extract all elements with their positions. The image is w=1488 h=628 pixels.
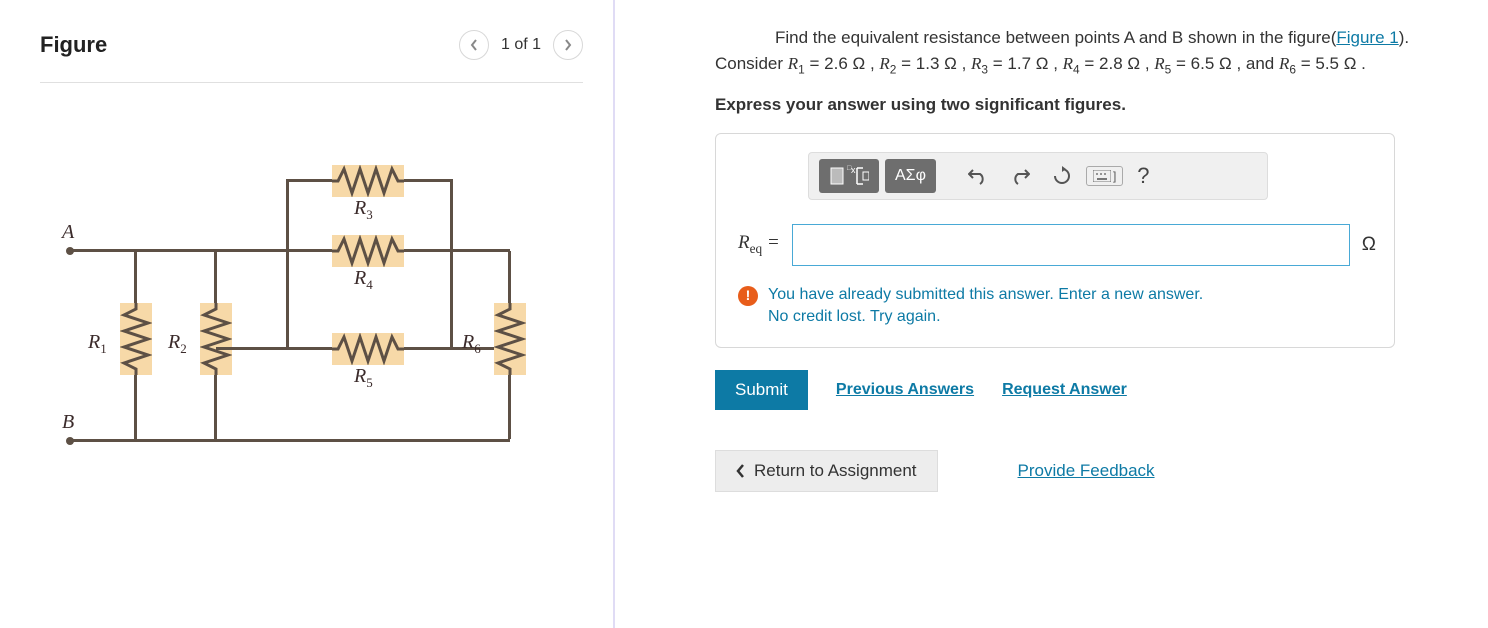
answer-lhs: Req = [738, 232, 780, 257]
undo-button[interactable] [960, 159, 996, 193]
node-b-label: B [62, 411, 74, 434]
r3-label: R3 [354, 197, 373, 223]
undo-icon [968, 167, 988, 185]
submit-button[interactable]: Submit [715, 370, 808, 410]
previous-answers-link[interactable]: Previous Answers [836, 381, 974, 399]
answer-input[interactable] [792, 224, 1350, 266]
actions-row: Submit Previous Answers Request Answer [715, 370, 1448, 410]
return-label: Return to Assignment [754, 461, 917, 481]
r4-label: R4 [354, 267, 373, 293]
problem-statement: Find the equivalent resistance between p… [715, 25, 1448, 79]
node-a-label: A [62, 221, 74, 244]
figure-viewport[interactable]: A B R1 R2 [40, 113, 580, 523]
bottom-row: Return to Assignment Provide Feedback [715, 450, 1448, 492]
figure-panel: Figure 1 of 1 A B [0, 0, 615, 628]
help-button[interactable]: ? [1129, 163, 1157, 189]
reset-button[interactable] [1044, 159, 1080, 193]
alert-icon: ! [738, 286, 758, 306]
answer-unit: Ω [1362, 234, 1376, 256]
request-answer-link[interactable]: Request Answer [1002, 381, 1127, 399]
greek-button[interactable]: ΑΣφ [885, 159, 936, 193]
chevron-left-icon [469, 38, 479, 52]
equation-toolbar: x □ ΑΣφ ] ? [808, 152, 1268, 200]
figure-link[interactable]: Figure 1 [1336, 28, 1398, 47]
provide-feedback-link[interactable]: Provide Feedback [1018, 461, 1155, 481]
r6-label: R6 [462, 331, 481, 357]
figure-prev-button[interactable] [459, 30, 489, 60]
chevron-left-icon [736, 464, 746, 478]
redo-icon [1010, 167, 1030, 185]
keyboard-icon [1093, 170, 1111, 182]
keyboard-button[interactable]: ] [1086, 166, 1123, 186]
figure-next-button[interactable] [553, 30, 583, 60]
template-button[interactable]: x □ [819, 159, 879, 193]
svg-text:x: x [851, 165, 856, 175]
circuit-diagram: A B R1 R2 [50, 143, 530, 463]
feedback-message: ! You have already submitted this answer… [738, 284, 1376, 329]
figure-header: Figure 1 of 1 [40, 30, 583, 82]
redo-button[interactable] [1002, 159, 1038, 193]
answer-instruction: Express your answer using two significan… [715, 95, 1448, 115]
reset-icon [1052, 166, 1072, 186]
feedback-line2: No credit lost. Try again. [768, 306, 1203, 328]
feedback-line1: You have already submitted this answer. … [768, 284, 1203, 306]
answer-box: x □ ΑΣφ ] ? [715, 133, 1395, 348]
r1-label: R1 [88, 331, 107, 357]
fraction-template-icon: x □ [829, 165, 869, 187]
r5-label: R5 [354, 365, 373, 391]
question-panel: Find the equivalent resistance between p… [615, 0, 1488, 628]
chevron-right-icon [563, 38, 573, 52]
figure-title: Figure [40, 32, 107, 58]
return-button[interactable]: Return to Assignment [715, 450, 938, 492]
answer-input-row: Req = Ω [738, 224, 1376, 266]
r2-label: R2 [168, 331, 187, 357]
figure-counter: 1 of 1 [501, 36, 541, 54]
figure-nav: 1 of 1 [459, 30, 583, 60]
